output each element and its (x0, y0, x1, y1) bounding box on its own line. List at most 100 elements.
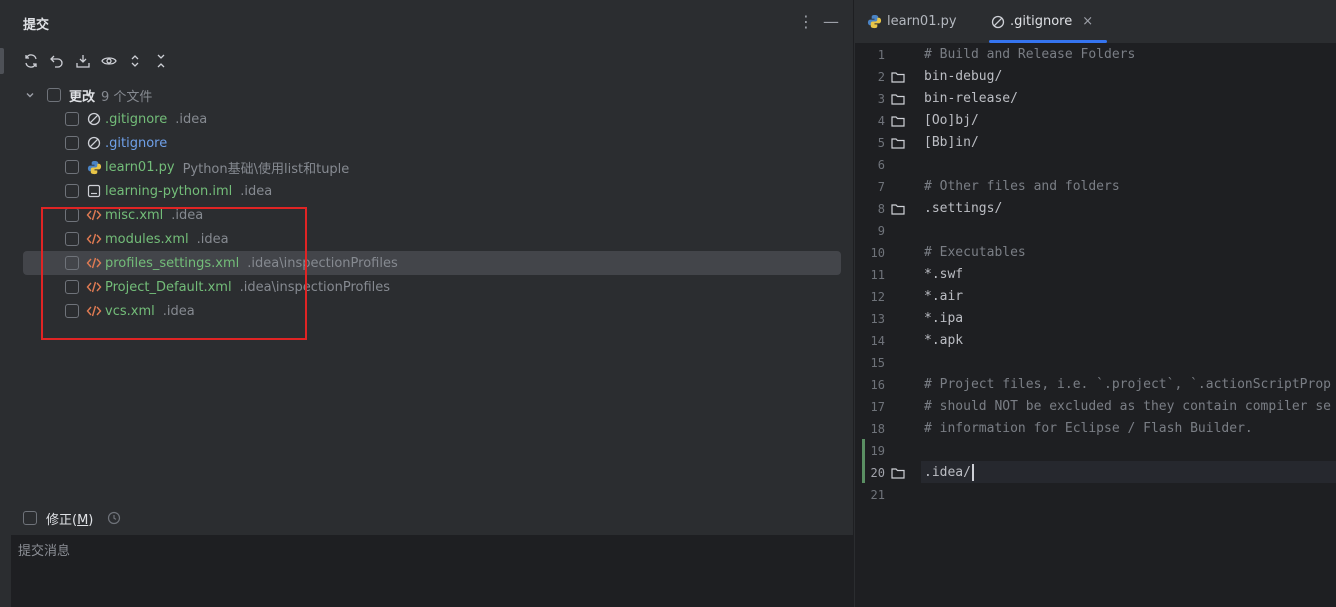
code-line[interactable]: *.swf (924, 264, 963, 286)
file-path: .idea (196, 231, 229, 247)
code-line[interactable]: # Executables (924, 242, 1026, 264)
folder-icon (891, 137, 905, 149)
python-icon (867, 14, 882, 29)
code-line[interactable]: # Build and Release Folders (924, 44, 1135, 66)
file-path: .idea (162, 303, 195, 319)
line-number: 4 (877, 114, 885, 128)
tab-label: learn01.py (887, 14, 957, 29)
code-line[interactable]: # Project files, i.e. `.project`, `.acti… (924, 374, 1331, 396)
xml-file-icon (86, 303, 102, 319)
folder-icon (891, 467, 905, 479)
group-label: 更改 (69, 89, 96, 105)
editor-tab-bar: learn01.py .gitignore × (855, 0, 1336, 44)
file-path: .idea (171, 207, 204, 223)
line-number: 7 (877, 180, 885, 194)
collapse-all-icon[interactable] (150, 50, 172, 72)
minimize-icon[interactable]: — (821, 12, 841, 32)
line-number: 11 (870, 268, 885, 282)
code-line[interactable]: bin-debug/ (924, 66, 1002, 88)
line-number: 19 (870, 444, 885, 458)
editor-area: learn01.py .gitignore × 1 2 3 4 5 6 7 8 9 10 11 12 1… (855, 0, 1336, 607)
amend-option[interactable]: 修正(M) (23, 508, 121, 528)
ignore-file-icon (86, 111, 102, 127)
amend-checkbox[interactable] (23, 511, 37, 525)
file-checkbox[interactable] (65, 160, 79, 174)
file-row[interactable]: misc.xml .idea (65, 203, 203, 227)
panel-header: 提交 ⋮ — (11, 0, 853, 43)
line-number: 5 (877, 136, 885, 150)
file-name: misc.xml (105, 207, 164, 223)
xml-file-icon (86, 207, 102, 223)
code-line[interactable]: .idea/ (924, 462, 974, 484)
active-tool-marker (0, 48, 4, 74)
file-row[interactable]: .gitignore (65, 131, 167, 155)
file-row[interactable]: Project_Default.xml .idea\inspectionProfi… (65, 275, 390, 299)
code-area[interactable]: # Build and Release Folders bin-debug/bin… (924, 43, 1336, 607)
file-row[interactable]: .gitignore .idea (65, 107, 207, 131)
file-checkbox[interactable] (65, 232, 79, 246)
file-row[interactable]: learn01.py Python基础\使用list和tuple (65, 155, 349, 179)
preview-diff-icon[interactable] (98, 50, 120, 72)
file-checkbox[interactable] (65, 256, 79, 270)
refresh-icon[interactable] (20, 50, 42, 72)
iml-file-icon (86, 183, 102, 199)
file-name: learn01.py (105, 159, 175, 175)
close-icon[interactable]: × (1082, 14, 1093, 29)
code-line[interactable]: [Oo]bj/ (924, 110, 979, 132)
line-number: 1 (877, 48, 885, 62)
file-checkbox[interactable] (65, 112, 79, 126)
code-line[interactable]: *.air (924, 286, 963, 308)
file-name: profiles_settings.xml (105, 255, 240, 271)
expand-all-icon[interactable] (124, 50, 146, 72)
xml-file-icon (86, 255, 102, 271)
line-number: 10 (870, 246, 885, 260)
line-number: 15 (870, 356, 885, 370)
line-number: 17 (870, 400, 885, 414)
folder-icon (891, 203, 905, 215)
line-number: 21 (870, 488, 885, 502)
commit-message-placeholder: 提交消息 (18, 544, 71, 559)
file-checkbox[interactable] (65, 208, 79, 222)
code-line[interactable]: *.apk (924, 330, 963, 352)
tab-label: .gitignore (1010, 14, 1073, 29)
file-path: Python基础\使用list和tuple (182, 161, 350, 177)
file-row[interactable]: learning-python.iml .idea (65, 179, 272, 203)
line-number: 16 (870, 378, 885, 392)
code-line[interactable]: # information for Eclipse / Flash Builde… (924, 418, 1253, 440)
file-checkbox[interactable] (65, 280, 79, 294)
ignore-file-icon (86, 135, 102, 151)
tab-learn01-py[interactable]: learn01.py (867, 0, 957, 43)
xml-file-icon (86, 279, 102, 295)
code-line[interactable]: # should NOT be excluded as they contain… (924, 396, 1331, 418)
tab-gitignore[interactable]: .gitignore × (989, 0, 1108, 43)
code-line[interactable]: .settings/ (924, 198, 1002, 220)
commit-panel: 提交 ⋮ — 更改 9 个文件 .gitignore .idea .gitign… (11, 0, 854, 607)
changes-group-row[interactable]: 更改 9 个文件 (25, 83, 152, 107)
chevron-down-icon[interactable] (25, 90, 37, 100)
file-checkbox[interactable] (65, 304, 79, 318)
code-line[interactable]: bin-release/ (924, 88, 1018, 110)
file-path: .idea\inspectionProfiles (239, 279, 391, 295)
file-path: .idea (240, 183, 273, 199)
rollback-icon[interactable] (46, 50, 68, 72)
file-row[interactable]: vcs.xml .idea (65, 299, 195, 323)
more-vertical-icon[interactable]: ⋮ (796, 12, 816, 32)
commit-message-input[interactable]: 提交消息 (11, 535, 853, 607)
line-number: 8 (877, 202, 885, 216)
group-checkbox[interactable] (47, 88, 61, 102)
text-caret (971, 464, 974, 481)
line-number: 3 (877, 92, 885, 106)
folder-icon (891, 71, 905, 83)
code-line[interactable]: [Bb]in/ (924, 132, 979, 154)
panel-title: 提交 (23, 18, 50, 33)
clock-icon[interactable] (107, 511, 121, 525)
code-line[interactable]: # Other files and folders (924, 176, 1120, 198)
line-number: 2 (877, 70, 885, 84)
code-line[interactable]: *.ipa (924, 308, 963, 330)
file-checkbox[interactable] (65, 184, 79, 198)
file-row[interactable]: profiles_settings.xml .idea\inspectionPro… (23, 251, 841, 275)
xml-file-icon (86, 231, 102, 247)
file-checkbox[interactable] (65, 136, 79, 150)
shelve-icon[interactable] (72, 50, 94, 72)
file-row[interactable]: modules.xml .idea (65, 227, 229, 251)
